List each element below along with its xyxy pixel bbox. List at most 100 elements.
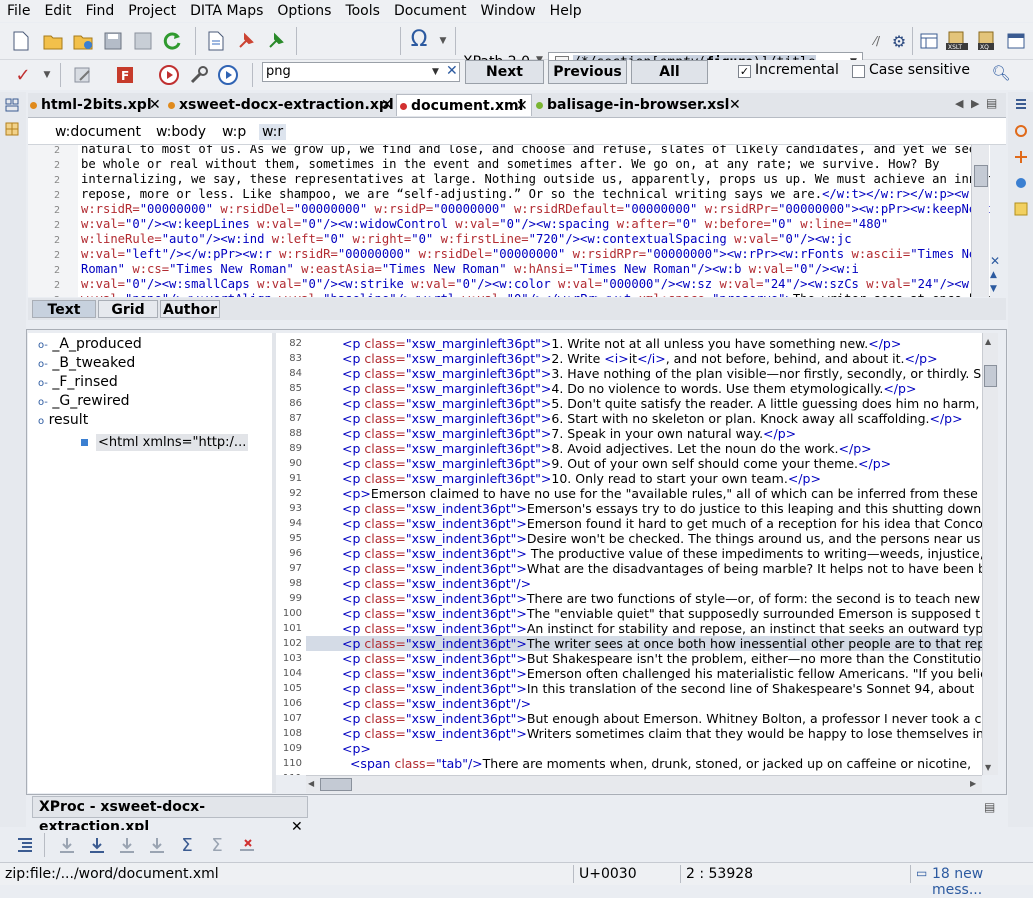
window-icon[interactable] bbox=[1005, 30, 1027, 52]
xproc-result-tab[interactable]: XProc - xsweet-docx-extraction.xpl ✕ bbox=[32, 796, 308, 835]
code-line[interactable]: w:lineRule="auto"/><w:ind w:left="0" w:r… bbox=[81, 232, 990, 247]
xslt-icon[interactable]: XSLT bbox=[946, 30, 968, 52]
code-line[interactable]: w:val="0"/><w:smallCaps w:val="0"/><w:st… bbox=[81, 277, 990, 292]
open-folder-icon[interactable] bbox=[42, 30, 64, 52]
transform-icon[interactable] bbox=[205, 30, 227, 52]
result-line[interactable]: 93 <p class="xsw_indent36pt">Emerson's es… bbox=[276, 501, 982, 516]
find-previous-button[interactable]: Previous bbox=[548, 60, 627, 84]
close-icon[interactable]: ✕ bbox=[516, 95, 528, 117]
validate-check-icon[interactable]: ✓ bbox=[12, 64, 34, 86]
tab-list-icon[interactable]: ▤ bbox=[986, 96, 997, 110]
step-over-icon[interactable] bbox=[86, 834, 108, 856]
outline-view-icon[interactable] bbox=[5, 122, 19, 136]
tab-grid-mode[interactable]: Grid bbox=[98, 300, 158, 318]
result-line[interactable]: 92 <p>Emerson claimed to have no use for … bbox=[276, 486, 982, 501]
result-line[interactable]: 99 <p class="xsw_indent36pt">There are tw… bbox=[276, 591, 982, 606]
xpath-options-icon[interactable]: ⁄/ bbox=[866, 30, 888, 52]
configure-tools-icon[interactable] bbox=[188, 64, 210, 86]
result-line[interactable]: 85 <p class="xsw_marginleft36pt">4. Do no… bbox=[276, 381, 982, 396]
editor-scrollbar[interactable] bbox=[971, 145, 989, 297]
status-messages-link[interactable]: 18 new mess... bbox=[932, 866, 1033, 898]
xquery-icon[interactable]: XQ bbox=[976, 30, 998, 52]
omega-icon[interactable]: Ω bbox=[408, 27, 430, 52]
menu-item[interactable]: File bbox=[0, 0, 37, 22]
tree-item[interactable]: o- _G_rewired bbox=[38, 393, 130, 409]
result-line[interactable]: 107 <p class="xsw_indent36pt">But enough … bbox=[276, 711, 982, 726]
message-icon[interactable]: ▭ bbox=[916, 866, 927, 880]
result-line[interactable]: 83 <p class="xsw_marginleft36pt">2. Write… bbox=[276, 351, 982, 366]
menu-item[interactable]: Options bbox=[270, 0, 338, 22]
result-line[interactable]: 91 <p class="xsw_marginleft36pt">10. Only… bbox=[276, 471, 982, 486]
xml-result-view[interactable]: 82 <p class="xsw_marginleft36pt">1. Write… bbox=[276, 333, 982, 775]
result-line[interactable]: 100 <p class="xsw_indent36pt">The "enviab… bbox=[276, 606, 982, 621]
result-line[interactable]: 101 <p class="xsw_indent36pt">An instinct… bbox=[276, 621, 982, 636]
format-f-icon[interactable]: F bbox=[114, 64, 136, 86]
menu-item[interactable]: Edit bbox=[37, 0, 78, 22]
breadcrumb-item[interactable]: w:body bbox=[156, 124, 206, 140]
scroll-up-icon[interactable]: ▲ bbox=[985, 337, 991, 346]
result-scroll-thumb[interactable] bbox=[984, 365, 997, 387]
entities-view-icon[interactable] bbox=[1014, 124, 1028, 138]
new-file-icon[interactable] bbox=[10, 30, 32, 52]
transform-view-icon[interactable] bbox=[1014, 176, 1028, 190]
result-line[interactable]: 108 <p class="xsw_indent36pt">Writers som… bbox=[276, 726, 982, 741]
attributes-view-icon[interactable] bbox=[1014, 98, 1028, 112]
pin-red-icon[interactable] bbox=[235, 30, 257, 52]
tree-item-expanded[interactable]: o result bbox=[38, 412, 88, 428]
tab-scroll-right-icon[interactable]: ▶ bbox=[971, 97, 979, 110]
code-line[interactable]: repose, more or less. Like shampoo, we a… bbox=[81, 187, 990, 202]
editor-scroll-thumb[interactable] bbox=[974, 165, 988, 187]
result-vertical-scrollbar[interactable]: ▲ ▼ bbox=[982, 333, 998, 775]
chevron-down-icon[interactable]: ▼ bbox=[36, 64, 58, 86]
result-line[interactable]: 86 <p class="xsw_marginleft36pt">5. Don't… bbox=[276, 396, 982, 411]
tree-child-item[interactable]: <html xmlns="http:/... bbox=[81, 434, 249, 451]
code-line[interactable]: natural to most of us. As we grow up, we… bbox=[81, 145, 990, 157]
menu-item[interactable]: Window bbox=[473, 0, 542, 22]
save-all-icon[interactable] bbox=[132, 30, 154, 52]
find-next-button[interactable]: Next bbox=[465, 60, 544, 84]
result-line[interactable]: 109 <p> bbox=[276, 741, 982, 756]
run-transform-icon[interactable] bbox=[158, 64, 180, 86]
result-horizontal-scrollbar[interactable]: ◀ ▶ bbox=[306, 775, 982, 793]
result-line[interactable]: 96 <p class="xsw_indent36pt"> The product… bbox=[276, 546, 982, 561]
code-line[interactable]: w:val="0"/><w:keepLines w:val="0"/><w:wi… bbox=[81, 217, 990, 232]
tab-scroll-left-icon[interactable]: ◀ bbox=[955, 97, 963, 110]
find-history-dropdown-icon[interactable]: ▼ bbox=[432, 67, 439, 77]
code-line[interactable]: w:val="none"/><w:vertAlign w:val="baseli… bbox=[81, 292, 990, 297]
code-line[interactable]: Roman" w:cs="Times New Roman" w:eastAsia… bbox=[81, 262, 990, 277]
result-line[interactable]: 98 <p class="xsw_indent36pt"/> bbox=[276, 576, 982, 591]
code-line[interactable]: w:rsidR="00000000" w:rsidDel="00000000" … bbox=[81, 202, 990, 217]
result-line[interactable]: 103 <p class="xsw_indent36pt">But Shakesp… bbox=[276, 651, 982, 666]
find-all-button[interactable]: All bbox=[631, 60, 708, 84]
result-line[interactable]: 90 <p class="xsw_marginleft36pt">9. Out o… bbox=[276, 456, 982, 471]
result-line[interactable]: 89 <p class="xsw_marginleft36pt">8. Avoid… bbox=[276, 441, 982, 456]
tab-author-mode[interactable]: Author bbox=[160, 300, 220, 318]
tab-xsweet-docx-extraction[interactable]: xsweet-docx-extraction.xpl ✕ bbox=[168, 94, 394, 116]
incremental-checkbox[interactable]: ✓ bbox=[738, 65, 751, 78]
find-input[interactable]: png bbox=[262, 62, 460, 82]
elements-view-icon[interactable] bbox=[1014, 202, 1028, 216]
tree-item[interactable]: o- _F_rinsed bbox=[38, 374, 118, 390]
chevron-down-icon[interactable]: ▼ bbox=[432, 30, 454, 52]
gear-icon[interactable]: ⚙ bbox=[888, 30, 910, 52]
layout-icon[interactable] bbox=[918, 30, 940, 52]
close-icon[interactable]: ✕ bbox=[381, 94, 393, 116]
code-line[interactable]: be whole or real without them, sometimes… bbox=[81, 157, 990, 172]
step-into-icon[interactable] bbox=[56, 834, 78, 856]
code-line[interactable]: internalizing, we say, these representat… bbox=[81, 172, 990, 187]
menu-item[interactable]: Help bbox=[543, 0, 589, 22]
open-url-icon[interactable] bbox=[72, 30, 94, 52]
close-icon[interactable]: ✕ bbox=[729, 94, 741, 116]
result-line[interactable]: 104 <p class="xsw_indent36pt">Emerson oft… bbox=[276, 666, 982, 681]
project-view-icon[interactable] bbox=[5, 98, 19, 112]
pin-green-icon[interactable] bbox=[265, 30, 287, 52]
scroll-down-icon[interactable]: ▼ bbox=[985, 763, 991, 772]
save-icon[interactable] bbox=[102, 30, 124, 52]
tab-text-mode[interactable]: Text bbox=[32, 300, 96, 318]
up-arrow-icon[interactable]: ▲ bbox=[990, 270, 997, 280]
close-icon[interactable]: ✕ bbox=[149, 94, 161, 116]
tree-item[interactable]: o- _B_tweaked bbox=[38, 355, 135, 371]
result-line[interactable]: 106 <p class="xsw_indent36pt"/> bbox=[276, 696, 982, 711]
step-out-icon[interactable] bbox=[116, 834, 138, 856]
format-indent-icon[interactable] bbox=[14, 834, 36, 856]
